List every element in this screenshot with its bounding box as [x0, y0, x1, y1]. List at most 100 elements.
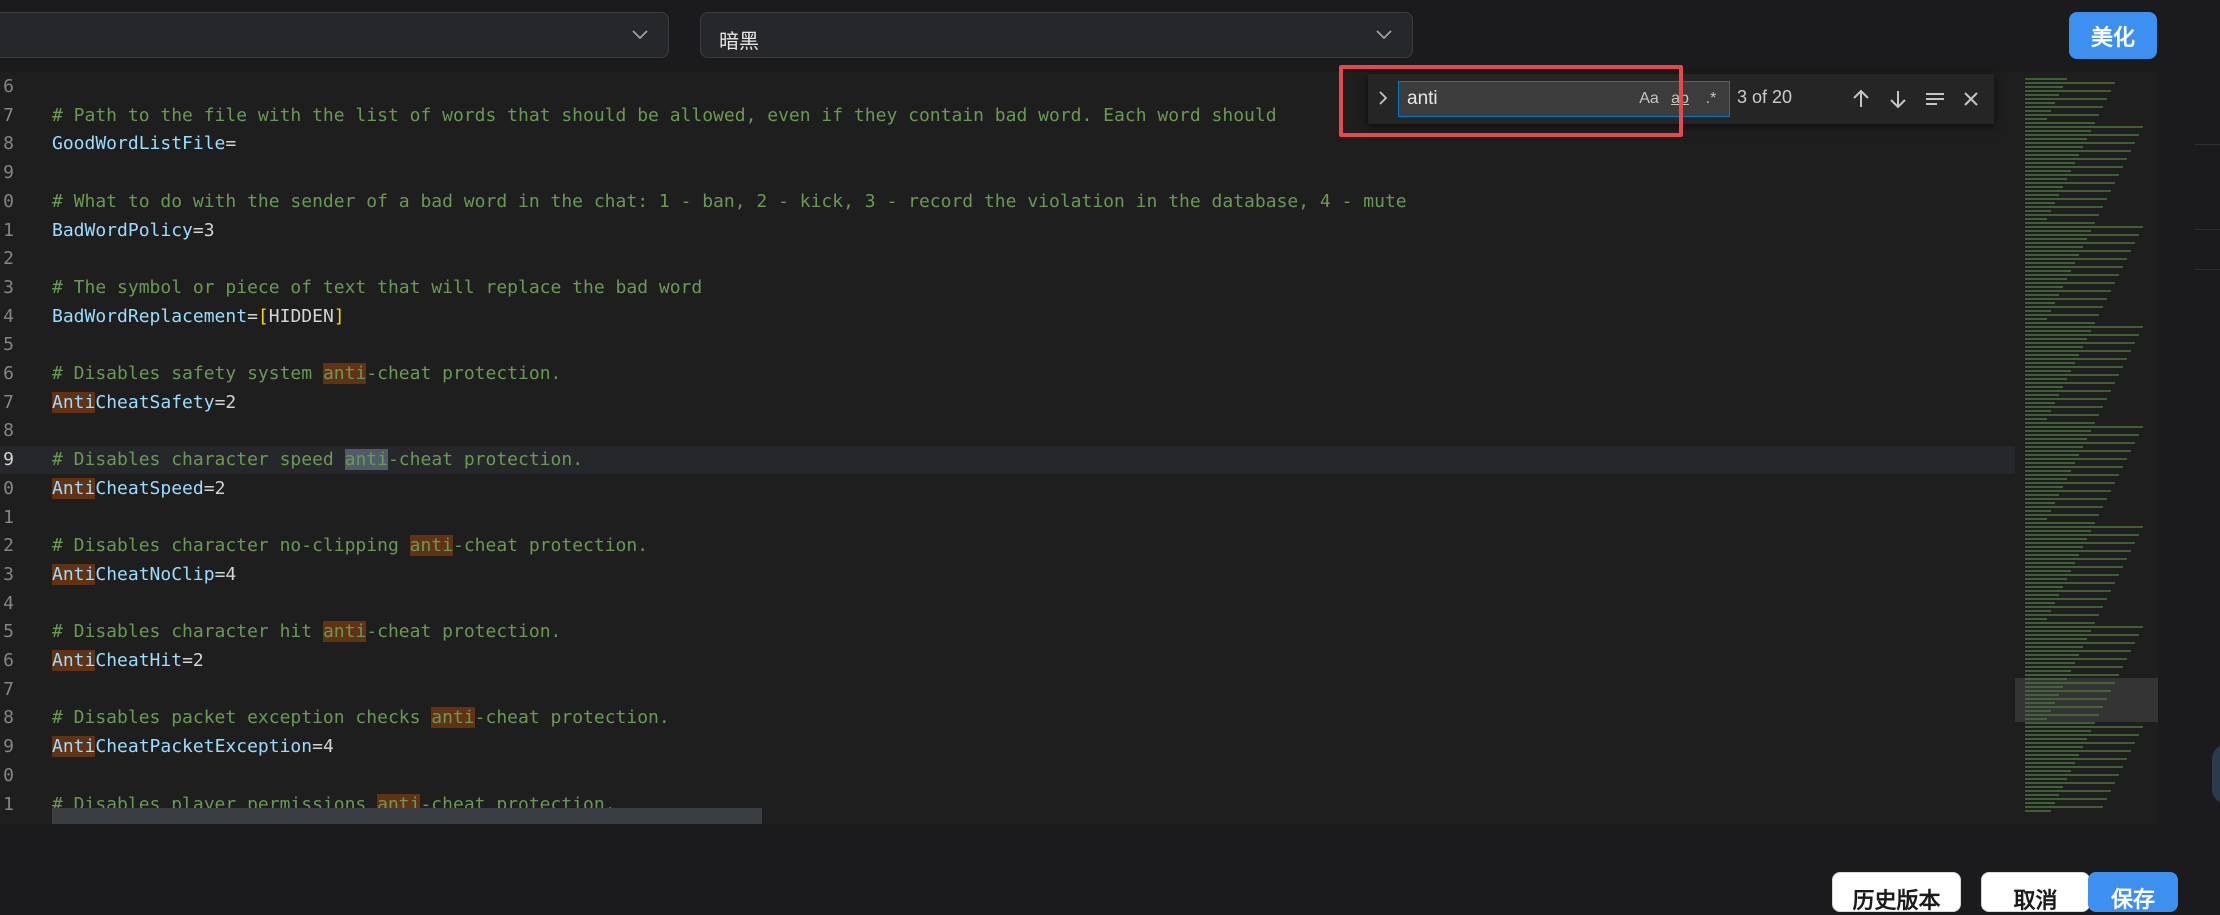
minimap-line — [2025, 726, 2143, 728]
regex-toggle[interactable]: .* — [1698, 87, 1724, 111]
code-line[interactable]: 1 BadWordPolicy=3 — [0, 217, 2015, 245]
close-find-button[interactable] — [1960, 87, 1982, 111]
minimap-line — [2025, 390, 2111, 392]
code-area[interactable]: 6 7 # Path to the file with the list of wo… — [0, 72, 2015, 824]
minimap-line — [2025, 434, 2139, 436]
line-number: 4 — [3, 305, 14, 327]
search-match: anti — [322, 621, 367, 643]
code-line[interactable]: 7 AntiCheatSafety=2 — [0, 389, 2015, 417]
search-match: Anti — [52, 391, 96, 413]
minimap-line — [2025, 506, 2103, 508]
code-line[interactable]: 5 # Disables character hit anti-cheat pro… — [0, 618, 2015, 646]
minimap-line — [2025, 210, 2051, 212]
minimap-line — [2025, 450, 2131, 452]
minimap-line — [2025, 782, 2115, 784]
minimap-line — [2025, 310, 2051, 312]
line-number: 1 — [3, 219, 14, 241]
cancel-button[interactable]: 取消 — [1981, 872, 2090, 913]
history-button[interactable]: 历史版本 — [1832, 872, 1961, 913]
save-button[interactable]: 保存 — [2088, 872, 2178, 912]
minimap-line — [2025, 86, 2063, 88]
line-text: AntiCheatNoClip=4 — [52, 561, 236, 589]
line-number: 8 — [3, 420, 14, 442]
code-line[interactable]: 6 AntiCheatHit=2 — [0, 647, 2015, 675]
minimap-line — [2025, 510, 2051, 512]
beautify-button[interactable]: 美化 — [2069, 12, 2157, 59]
minimap-line — [2025, 550, 2131, 552]
file-select[interactable] — [0, 12, 669, 58]
minimap-line — [2025, 90, 2111, 92]
comment-text: # Disables safety system — [52, 363, 323, 384]
code-line[interactable]: 0 AntiCheatSpeed=2 — [0, 475, 2015, 503]
config-key: CheatNoClip — [95, 563, 215, 585]
code-line[interactable]: 2 # Disables character no-clipping anti-c… — [0, 532, 2015, 560]
minimap-line — [2025, 190, 2111, 192]
code-line[interactable]: 7 — [0, 676, 2015, 704]
bracket: ] — [333, 305, 345, 327]
minimap-line — [2025, 306, 2103, 308]
code-line[interactable]: 8 — [0, 417, 2015, 445]
minimap-line — [2025, 446, 2083, 448]
minimap-line — [2025, 718, 2047, 720]
previous-match-button[interactable] — [1850, 87, 1872, 111]
minimap-line — [2025, 462, 2075, 464]
code-line[interactable]: 1 — [0, 504, 2015, 532]
comment-text: # Disables character hit — [52, 621, 323, 643]
minimap-line — [2025, 490, 2111, 492]
code-line[interactable]: 8 GoodWordListFile= — [0, 130, 2015, 158]
code-line[interactable]: 2 — [0, 245, 2015, 273]
code-line[interactable]: 4 BadWordReplacement=[HIDDEN] — [0, 303, 2015, 331]
config-value: 2 — [225, 391, 237, 413]
equals-sign: = — [225, 133, 237, 155]
minimap-line — [2025, 150, 2131, 152]
minimap-line — [2025, 746, 2083, 748]
config-value: 3 — [203, 219, 215, 241]
minimap-line — [2025, 202, 2055, 204]
equals-sign: = — [214, 391, 226, 413]
minimap-line — [2025, 414, 2099, 416]
code-line[interactable]: 4 — [0, 590, 2015, 618]
minimap-line — [2025, 218, 2047, 220]
chevron-down-icon — [1376, 30, 1392, 40]
code-line[interactable]: 0 — [0, 762, 2015, 790]
minimap-line — [2025, 646, 2083, 648]
minimap-line — [2025, 642, 2135, 644]
minimap-line — [2025, 578, 2067, 580]
line-number: 7 — [3, 104, 14, 126]
code-line[interactable]: 3 AntiCheatNoClip=4 — [0, 561, 2015, 589]
code-editor[interactable]: 6 7 # Path to the file with the list of wo… — [0, 72, 2158, 824]
code-line[interactable]: 5 — [0, 331, 2015, 359]
minimap-line — [2025, 102, 2055, 104]
theme-select[interactable]: 暗黑 — [700, 12, 1413, 58]
minimap-line — [2025, 762, 2075, 764]
code-line[interactable]: 9 # Disables character speed anti-cheat p… — [0, 446, 2015, 475]
code-line[interactable]: 9 — [0, 159, 2015, 187]
code-line[interactable]: 8 # Disables packet exception checks anti… — [0, 704, 2015, 732]
minimap-line — [2025, 418, 2047, 420]
comment-text: # Disables character speed — [52, 449, 345, 471]
code-line[interactable]: 3 # The symbol or piece of text that will… — [0, 274, 2015, 302]
find-in-selection-button[interactable] — [1924, 87, 1946, 111]
minimap-line — [2025, 322, 2095, 324]
code-line[interactable]: 9 AntiCheatPacketException=4 — [0, 733, 2015, 761]
comment-text: # Disables packet exception checks — [52, 707, 432, 729]
minimap-line — [2025, 678, 2067, 680]
arrow-up-icon — [1853, 89, 1869, 107]
minimap[interactable] — [2015, 72, 2158, 824]
minimap-line — [2025, 382, 2115, 384]
code-line[interactable]: 0 # What to do with the sender of a bad w… — [0, 188, 2015, 216]
comment-text: -cheat protection. — [366, 363, 562, 384]
line-text: GoodWordListFile= — [52, 130, 236, 158]
code-line[interactable]: 6 # Disables safety system anti-cheat pro… — [0, 360, 2015, 388]
minimap-line — [2025, 426, 2143, 428]
minimap-line — [2025, 302, 2055, 304]
minimap-line — [2025, 214, 2099, 216]
floating-assistant-button[interactable] — [2212, 744, 2220, 804]
minimap-line — [2025, 790, 2111, 792]
minimap-line — [2025, 518, 2047, 520]
search-match: anti — [322, 363, 367, 384]
minimap-line — [2025, 334, 2139, 336]
next-match-button[interactable] — [1887, 87, 1909, 111]
minimap-line — [2025, 354, 2079, 356]
minimap-line — [2025, 326, 2143, 328]
